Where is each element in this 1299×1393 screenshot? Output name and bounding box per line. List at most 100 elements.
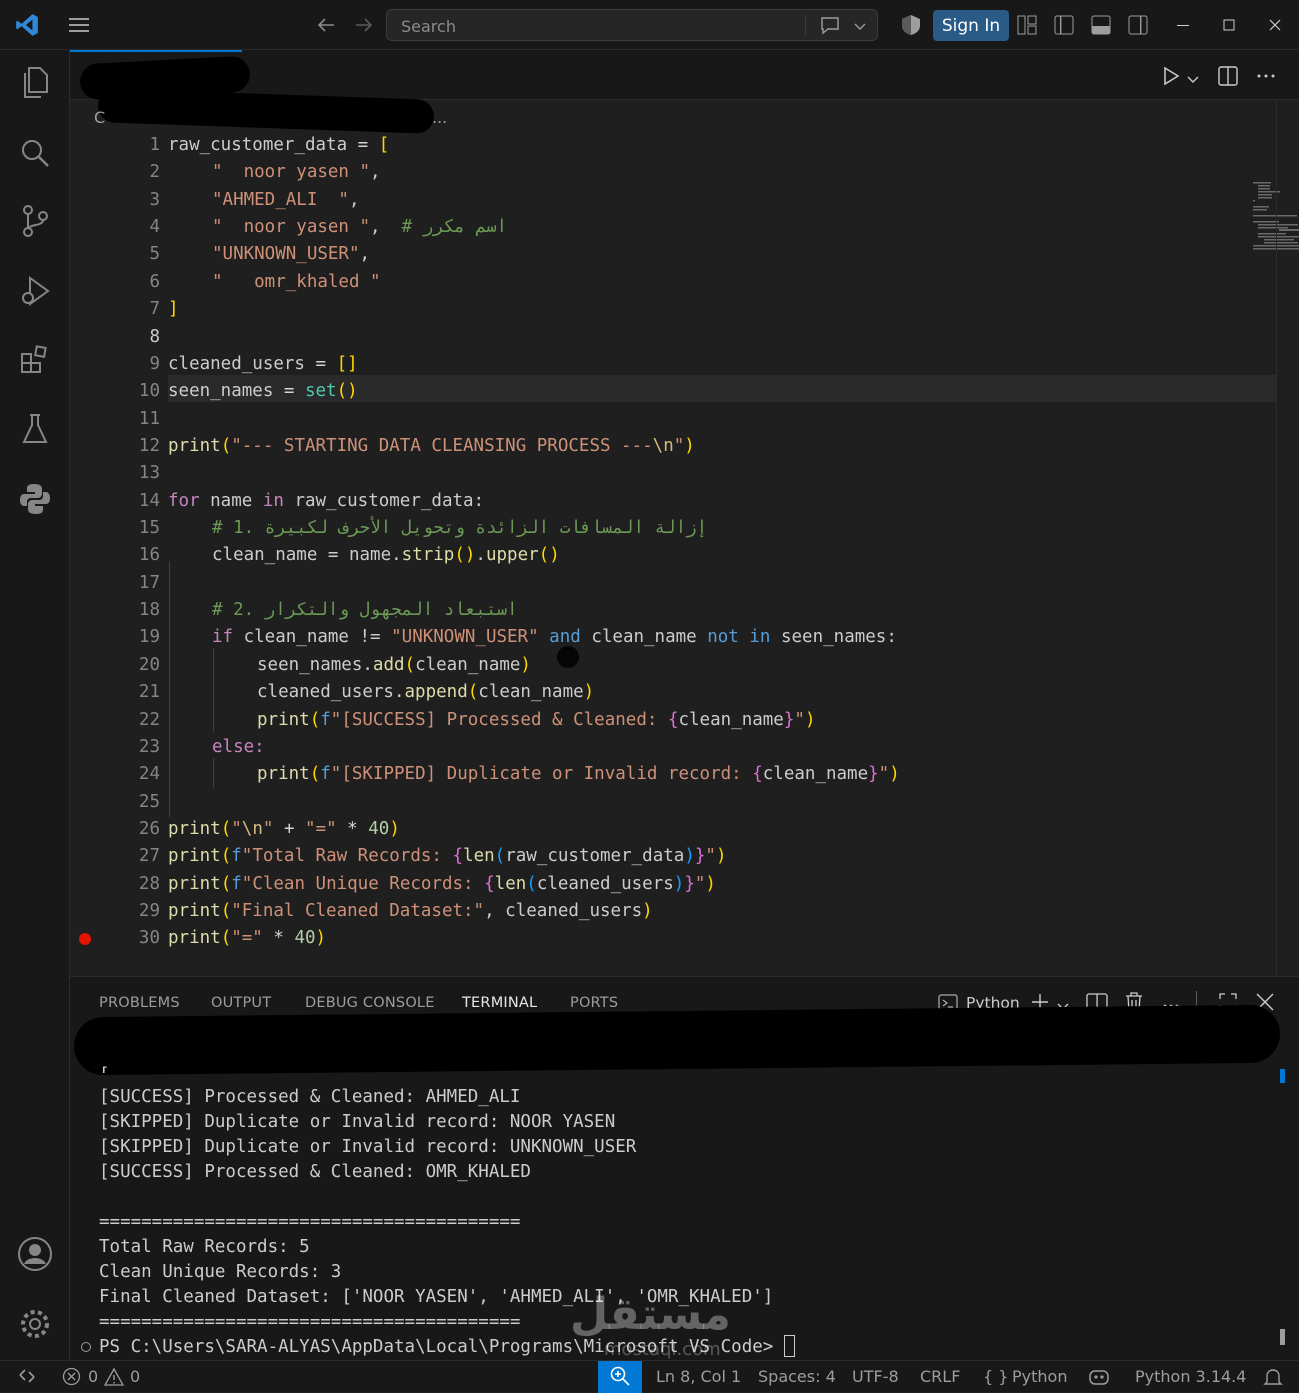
terminal-line: [SKIPPED] Duplicate or Invalid record: U… — [99, 1137, 637, 1157]
back-arrow-icon[interactable] — [311, 10, 341, 40]
line-number: 17 — [138, 573, 160, 593]
more-actions-icon[interactable] — [1256, 66, 1276, 90]
breadcrumb-fragment: C — [94, 108, 106, 127]
breadcrumb-ellipsis[interactable]: ... — [432, 108, 447, 127]
code-line-14: for name in raw_customer_data: — [168, 491, 485, 511]
terminal-line: Clean Unique Records: 3 — [99, 1262, 342, 1282]
vscode-logo-icon — [12, 10, 42, 40]
code-line-26: print("\n" + "=" * 40) — [168, 819, 400, 839]
terminal-scroll-marker — [1280, 1069, 1285, 1083]
line-number: 2 — [149, 162, 160, 182]
line-number: 20 — [138, 655, 160, 675]
tab-debug-console[interactable]: DEBUG CONSOLE — [305, 995, 435, 1011]
maximize-icon[interactable] — [1214, 10, 1244, 40]
line-number: 15 — [138, 518, 160, 538]
menu-icon[interactable] — [64, 10, 94, 40]
terminal-line: ======================================== — [99, 1212, 521, 1232]
accounts-icon[interactable] — [14, 1233, 56, 1275]
tab-output[interactable]: OUTPUT — [211, 995, 271, 1011]
line-number: 24 — [138, 764, 160, 784]
warnings-count[interactable]: 0 — [130, 1367, 140, 1386]
status-bar: 0 0 Ln 8, Col 1 Spaces: 4 UTF-8 CRLF { }… — [0, 1360, 1299, 1393]
search-input[interactable]: Search — [386, 9, 878, 41]
code-line-29: print("Final Cleaned Dataset:", cleaned_… — [168, 901, 653, 921]
language-mode[interactable]: Python — [1012, 1367, 1067, 1386]
terminal-cursor — [783, 1335, 795, 1357]
chevron-down-icon[interactable] — [853, 18, 867, 37]
breakpoint-dot[interactable] — [79, 933, 91, 945]
line-number: 1 — [149, 135, 160, 155]
code-line-12: print("--- STARTING DATA CLEANSING PROCE… — [168, 436, 695, 456]
encoding[interactable]: UTF-8 — [852, 1367, 899, 1386]
line-number: 27 — [138, 846, 160, 866]
toggle-secondary-sidebar-icon[interactable] — [1123, 10, 1153, 40]
indent-guide — [169, 561, 170, 817]
python-icon[interactable] — [14, 478, 56, 520]
tab-terminal[interactable]: TERMINAL — [462, 995, 537, 1011]
code-line-7: ] — [168, 299, 179, 319]
forward-arrow-icon[interactable] — [349, 10, 379, 40]
errors-count[interactable]: 0 — [88, 1367, 98, 1386]
braces-icon: { } — [983, 1367, 1009, 1386]
notifications-bell-icon[interactable] — [1263, 1367, 1283, 1391]
code-line-18: # 2. استبعاد المجهول والتكرار — [212, 600, 518, 620]
split-editor-icon[interactable] — [1218, 66, 1238, 90]
code-line-10: seen_names = set() — [168, 381, 358, 401]
sign-in-button[interactable]: Sign In — [933, 10, 1009, 41]
source-control-icon[interactable] — [14, 200, 56, 242]
end-of-line[interactable]: CRLF — [920, 1367, 960, 1386]
line-number: 9 — [149, 354, 160, 374]
terminal-line: [SUCCESS] Processed & Cleaned: AHMED_ALI — [99, 1087, 521, 1107]
warnings-icon[interactable] — [103, 1367, 125, 1390]
line-number: 7 — [149, 299, 160, 319]
line-number: 28 — [138, 874, 160, 894]
terminal-line: [SUCCESS] Processed & Cleaned: OMR_KHALE… — [99, 1162, 531, 1182]
line-number: 6 — [149, 272, 160, 292]
line-number: 5 — [149, 244, 160, 264]
line-number: 11 — [138, 409, 160, 429]
tab-ports[interactable]: PORTS — [570, 995, 618, 1011]
code-line-27: print(f"Total Raw Records: {len(raw_cust… — [168, 846, 727, 866]
python-interpreter[interactable]: Python 3.14.4 — [1135, 1367, 1246, 1386]
zoom-indicator[interactable] — [598, 1361, 642, 1393]
code-line-1: raw_customer_data = [ — [168, 135, 390, 155]
testing-flask-icon[interactable] — [14, 408, 56, 450]
toggle-panel-icon[interactable] — [1086, 10, 1116, 40]
run-options-chevron-icon[interactable] — [1187, 70, 1199, 89]
tab-problems[interactable]: PROBLEMS — [99, 995, 180, 1011]
copilot-icon[interactable] — [1088, 1367, 1110, 1391]
line-number: 19 — [138, 627, 160, 647]
line-number: 12 — [138, 436, 160, 456]
indentation[interactable]: Spaces: 4 — [758, 1367, 836, 1386]
minimize-icon[interactable] — [1168, 10, 1198, 40]
errors-icon[interactable] — [62, 1367, 81, 1390]
copilot-chat-icon[interactable] — [819, 15, 841, 39]
accounts-shield-icon[interactable] — [896, 10, 926, 40]
search-icon[interactable] — [14, 132, 56, 174]
code-line-20: seen_names.add(clean_name) — [257, 655, 531, 675]
manage-gear-icon[interactable] — [14, 1303, 56, 1345]
line-number: 21 — [138, 682, 160, 702]
line-number: 25 — [138, 792, 160, 812]
minimap[interactable] — [1250, 182, 1299, 252]
remote-indicator-icon[interactable] — [18, 1367, 36, 1389]
zoom-magnifier-icon — [610, 1366, 630, 1390]
explorer-icon[interactable] — [14, 62, 56, 104]
cursor-position[interactable]: Ln 8, Col 1 — [656, 1367, 741, 1386]
command-decoration-icon[interactable] — [81, 1342, 91, 1352]
toggle-primary-sidebar-icon[interactable] — [1049, 10, 1079, 40]
run-python-file-icon[interactable] — [1161, 66, 1181, 90]
indent-guide — [213, 648, 214, 732]
extensions-icon[interactable] — [14, 338, 56, 380]
terminal-scrollbar-thumb[interactable] — [1280, 1329, 1285, 1345]
code-line-30: print("=" * 40) — [168, 928, 327, 948]
line-number: 30 — [138, 928, 160, 948]
line-number: 10 — [138, 381, 160, 401]
close-icon[interactable] — [1260, 10, 1290, 40]
customize-layout-icon[interactable] — [1012, 10, 1042, 40]
line-number: 26 — [138, 819, 160, 839]
terminal-line: [SKIPPED] Duplicate or Invalid record: N… — [99, 1112, 616, 1132]
terminal-line: Total Raw Records: 5 — [99, 1237, 310, 1257]
run-and-debug-icon[interactable] — [14, 270, 56, 312]
line-number: 13 — [138, 463, 160, 483]
